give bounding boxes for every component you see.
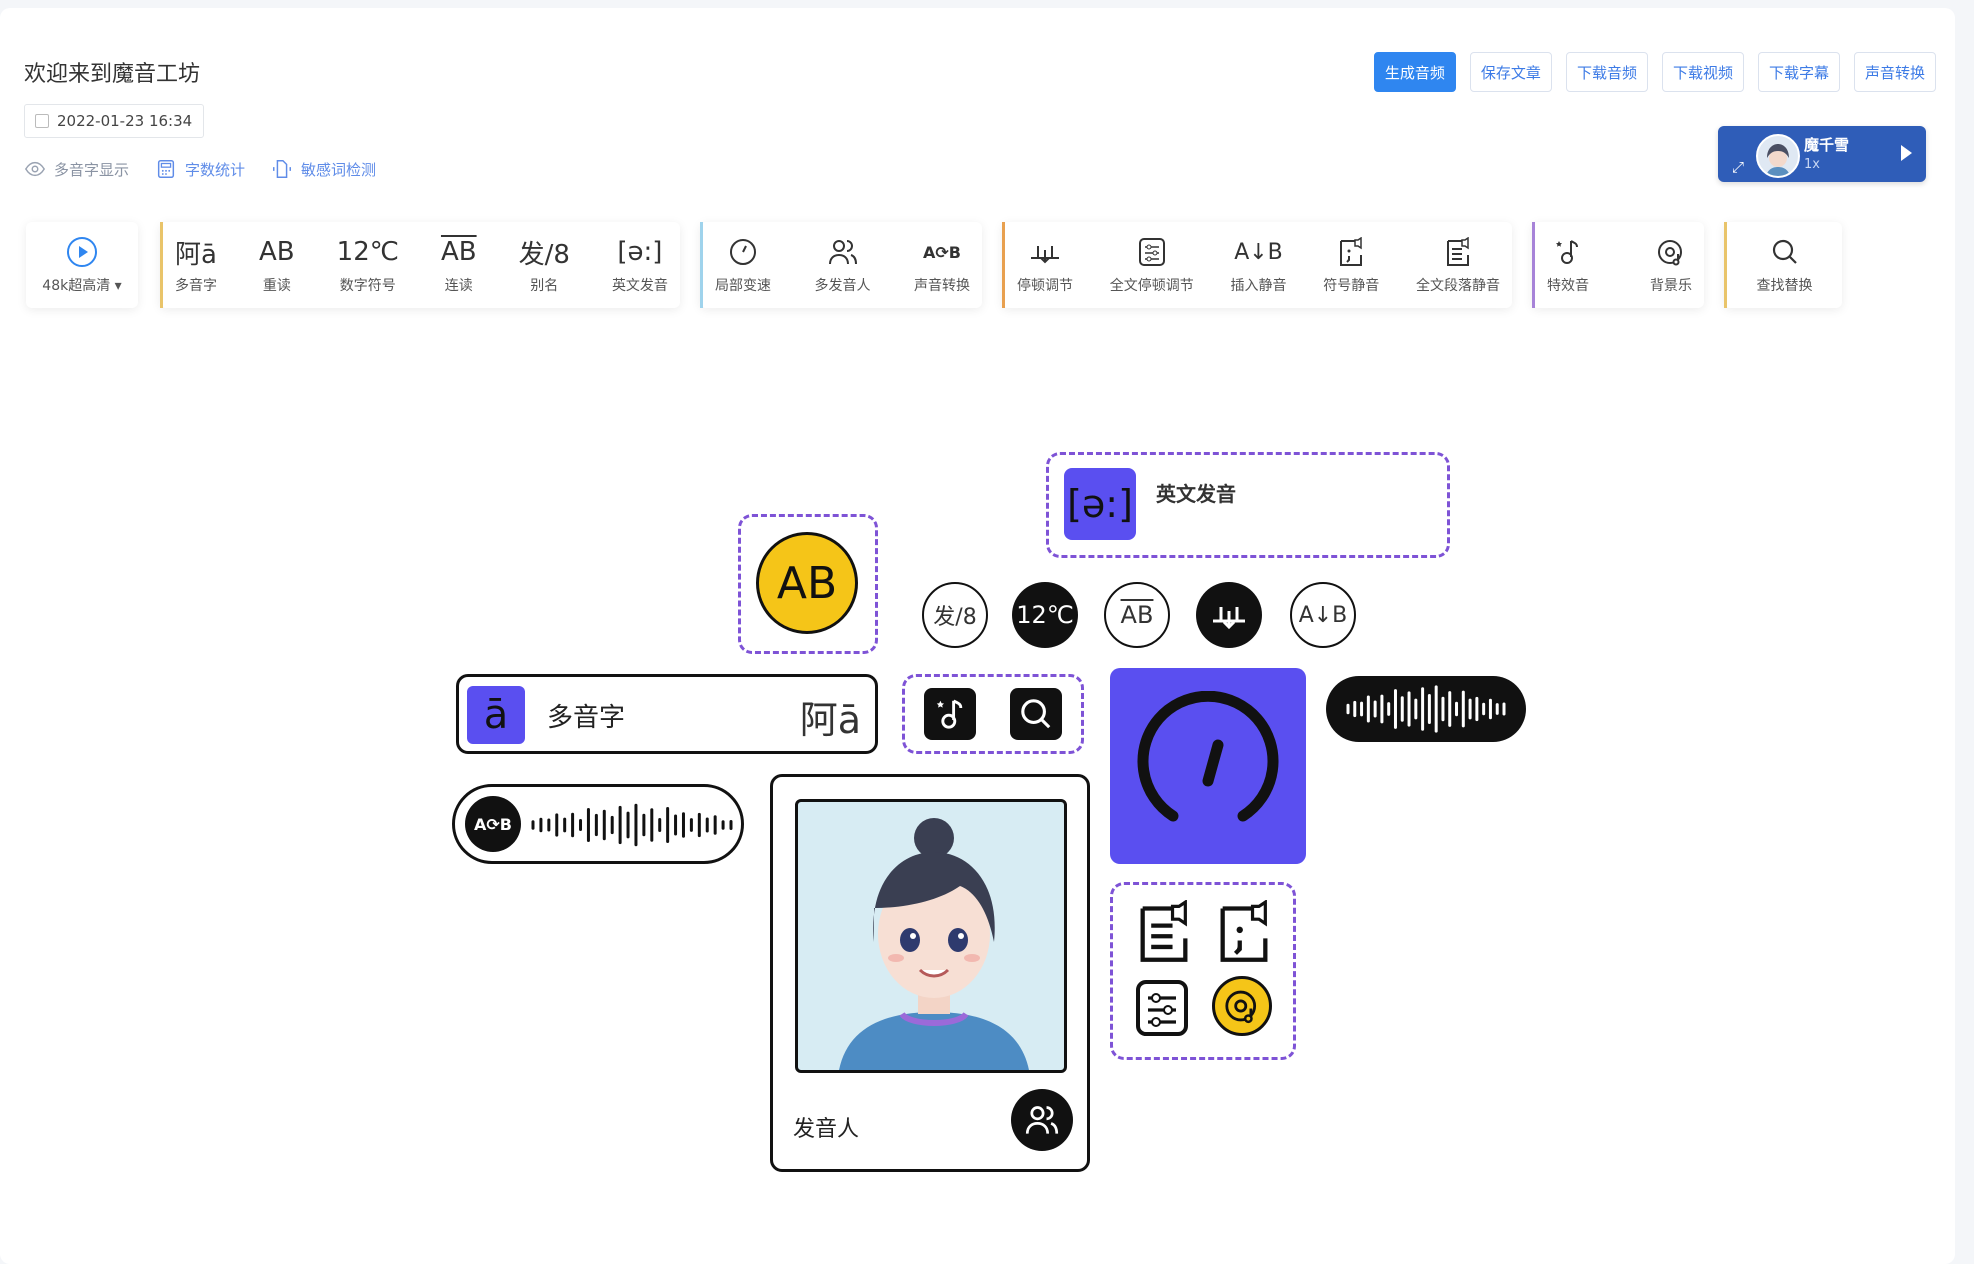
sliders-icon [1134, 978, 1190, 1042]
mute-punct-icon [1212, 899, 1276, 968]
polyphone-badge-icon: ā [467, 686, 525, 744]
search-icon [1010, 688, 1062, 740]
polyphone-card: ā 多音字 阿ā [456, 674, 878, 754]
waveform-pill [1326, 676, 1526, 742]
speaker-card: 发音人 [770, 774, 1090, 1172]
english-pron-label: 英文发音 [1156, 482, 1236, 506]
people-icon [1011, 1089, 1073, 1151]
voice-convert-pill: A⟳B [452, 784, 744, 864]
pause-icon [1196, 582, 1262, 648]
speaker-label: 发音人 [793, 1117, 860, 1142]
polyphone-label: 多音字 [547, 703, 626, 733]
gauge-icon [1110, 668, 1306, 864]
note-star-icon [924, 688, 976, 740]
liaison-icon: AB [1104, 582, 1170, 648]
feature-illustration: [ə:] 英文发音 AB 发/8 12℃ AB A↓B ā 多音字 阿ā A⟳B [0, 0, 1974, 1256]
temperature-icon: 12℃ [1012, 582, 1078, 648]
polyphone-icon: 阿ā [799, 698, 861, 742]
alias-icon: 发/8 [922, 582, 988, 648]
disc-icon [1212, 976, 1272, 1036]
stress-icon: AB [756, 532, 858, 634]
ab-swap-icon: A⟳B [465, 796, 521, 852]
insert-silence-icon: A↓B [1290, 582, 1356, 648]
mute-para-icon [1132, 899, 1196, 968]
phonetic-icon: [ə:] [1064, 468, 1136, 540]
speaker-portrait [795, 799, 1067, 1073]
waveform-icon [1346, 685, 1506, 733]
waveform-icon [531, 803, 733, 847]
